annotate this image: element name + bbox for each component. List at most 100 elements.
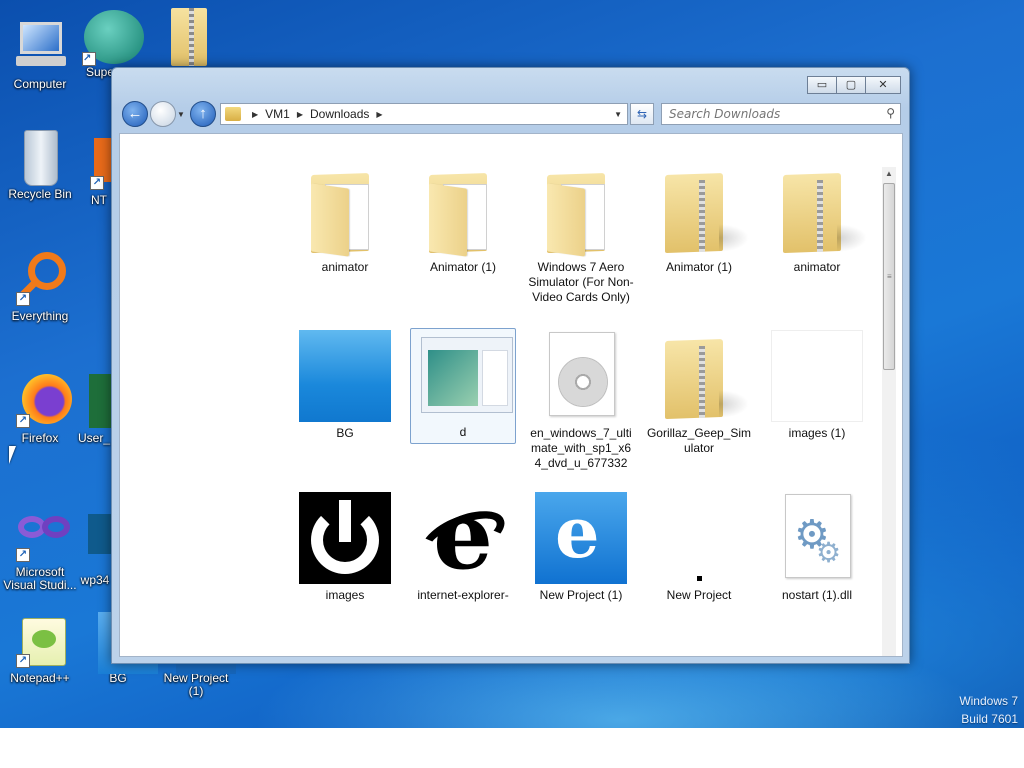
desktop-icon-label: wp34 (80, 573, 110, 587)
open-folder-icon (535, 164, 627, 257)
bottom-strip (0, 728, 1024, 768)
file-name: Animator (1) (429, 260, 497, 274)
open-folder-icon (417, 164, 509, 257)
file-item[interactable]: e New Project (1) (528, 492, 634, 603)
back-button[interactable]: ← (122, 101, 148, 127)
desktop-icon-label: New Project (1) (163, 671, 229, 698)
file-item[interactable]: New Project (646, 492, 752, 603)
internet-explorer-icon: e (535, 492, 627, 584)
search-icon[interactable]: ⚲ (886, 106, 895, 120)
zip-folder-icon (653, 164, 749, 256)
breadcrumb-downloads[interactable]: Downloads (310, 107, 369, 121)
breadcrumb-separator-icon[interactable]: ▶ (297, 110, 303, 119)
file-item[interactable]: images (292, 492, 398, 603)
recent-pages-dropdown[interactable]: ▼ (177, 110, 185, 119)
close-button[interactable]: ✕ (865, 76, 901, 94)
file-name: New Project (666, 588, 732, 602)
recycle-bin-icon (12, 128, 68, 186)
everything-search-icon: ↗ (12, 250, 68, 306)
file-name: BG (336, 426, 354, 440)
file-item[interactable]: animator (292, 164, 398, 275)
file-list-pane[interactable]: ▲ ≡ ▼ animator Animator (1) (119, 133, 903, 657)
file-name: d (459, 425, 467, 439)
desktop-icon-label: Computer (13, 77, 67, 91)
file-item[interactable]: animator (764, 164, 870, 275)
desktop-icon-label: Microsoft Visual Studi... (3, 565, 77, 592)
maximize-button[interactable]: ▢ (836, 76, 866, 94)
desktop-icon-firefox[interactable]: ↗ Firefox (0, 372, 80, 445)
shortcut-arrow-icon: ↗ (16, 654, 30, 668)
address-bar[interactable]: ▶ VM1 ▶ Downloads ▶ ▼ (220, 103, 628, 125)
firefox-icon: ↗ (12, 372, 72, 428)
file-item[interactable]: BG (292, 330, 398, 441)
minimize-button[interactable]: ▭ (807, 76, 837, 94)
mouse-cursor-icon (9, 446, 16, 464)
windows-build-watermark: Windows 7 Build 7601 (959, 692, 1018, 728)
image-thumbnail (299, 330, 391, 422)
image-thumbnail (771, 330, 863, 422)
breadcrumb-vm1[interactable]: VM1 (265, 107, 290, 121)
search-input[interactable] (662, 104, 872, 124)
file-item[interactable]: e internet-explorer- (410, 489, 516, 603)
file-name: Gorillaz_Geep_Simulator (646, 426, 752, 455)
file-item[interactable]: Windows 7 Aero Simulator (For Non-Video … (528, 164, 634, 305)
file-name: Windows 7 Aero Simulator (For Non-Video … (528, 260, 634, 304)
internet-explorer-icon: e (414, 489, 512, 584)
explorer-window[interactable]: ▭ ▢ ✕ ← ▼ ↑ ▶ VM1 ▶ Downloads ▶ ▼ ⇆ ⚲ ▲ … (111, 67, 910, 664)
desktop-icon-label: Firefox (21, 431, 59, 445)
up-button[interactable]: ↑ (190, 101, 216, 127)
breadcrumb-separator-icon[interactable]: ▶ (376, 110, 382, 119)
forward-button[interactable] (150, 101, 176, 127)
file-item-selected[interactable]: d (410, 328, 516, 444)
breadcrumb-separator-icon[interactable]: ▶ (252, 110, 258, 119)
file-name: nostart (1).dll (781, 588, 853, 602)
computer-icon (12, 18, 68, 74)
refresh-icon: ⇆ (636, 107, 648, 121)
file-item[interactable]: images (1) (764, 330, 870, 441)
desktop-icon-label: Recycle Bin (8, 187, 72, 201)
file-name: animator (793, 260, 841, 274)
shortcut-arrow-icon: ↗ (82, 52, 96, 66)
super-app-icon: ↗ (78, 10, 144, 66)
refresh-button[interactable]: ⇆ (630, 103, 654, 125)
scrollbar-thumb[interactable]: ≡ (883, 183, 895, 370)
visual-studio-icon: ↗ (12, 506, 70, 562)
desktop-icon-user[interactable]: User_ (76, 372, 115, 445)
address-history-dropdown-icon[interactable]: ▼ (614, 110, 627, 119)
desktop-icon-recycle-bin[interactable]: Recycle Bin (0, 128, 80, 201)
zip-folder-icon (155, 6, 207, 66)
arrow-left-icon: ← (127, 105, 143, 122)
desktop-icon-zip[interactable] (150, 6, 210, 66)
desktop-icon-wp34[interactable]: wp34 (78, 514, 114, 587)
desktop-icon-notepad-plus-plus[interactable]: ↗ Notepad++ (0, 612, 80, 685)
image-thumbnail (653, 492, 745, 584)
desktop-icon-visual-studio[interactable]: ↗ Microsoft Visual Studi... (0, 506, 80, 592)
file-name: New Project (1) (539, 588, 623, 602)
zip-folder-icon (771, 164, 867, 256)
desktop-icon-label: User_ (77, 431, 110, 445)
power-image-thumbnail (299, 492, 391, 584)
nt-app-icon: ↗ (86, 134, 114, 190)
desktop-icon-everything[interactable]: ↗ Everything (0, 250, 80, 323)
file-item[interactable]: Animator (1) (410, 164, 516, 275)
file-name: images (325, 588, 365, 602)
scroll-up-arrow-icon[interactable]: ▲ (882, 167, 896, 181)
user-app-icon (79, 372, 115, 428)
file-name: Animator (1) (665, 260, 733, 274)
vertical-scrollbar[interactable]: ▲ ≡ ▼ (882, 167, 896, 656)
desktop-icon-computer[interactable]: Computer (0, 18, 80, 91)
file-item[interactable]: ⚙ ⚙ nostart (1).dll (764, 492, 870, 603)
desktop-icon-label: NT (91, 193, 107, 207)
file-item[interactable]: Animator (1) (646, 164, 752, 275)
dll-gear-icon: ⚙ ⚙ (771, 492, 863, 584)
desktop-icon-label: Supe (86, 65, 115, 79)
iso-disc-icon (535, 330, 627, 422)
folder-icon (225, 107, 241, 121)
desktop-icon-label: Notepad++ (10, 671, 70, 685)
file-item[interactable]: en_windows_7_ultimate_with_sp1_x64_dvd_u… (528, 330, 634, 471)
file-name: en_windows_7_ultimate_with_sp1_x64_dvd_u… (530, 426, 632, 470)
desktop-icon-nt[interactable]: ↗ NT (84, 134, 114, 207)
search-box[interactable]: ⚲ (661, 103, 901, 125)
file-name: animator (321, 260, 369, 274)
file-item[interactable]: Gorillaz_Geep_Simulator (646, 330, 752, 456)
